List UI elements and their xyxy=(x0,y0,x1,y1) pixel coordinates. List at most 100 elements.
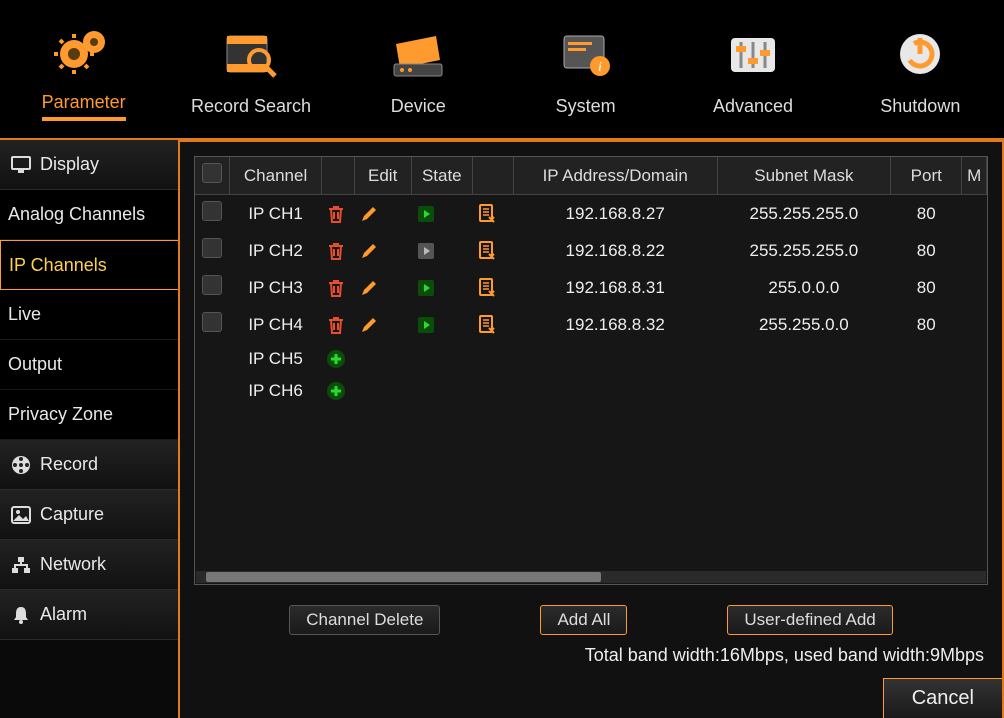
topnav-advanced[interactable]: Advanced xyxy=(669,0,836,138)
trash-icon[interactable] xyxy=(321,232,354,269)
sidebar-item-label: Capture xyxy=(40,504,104,525)
cell-mask: 255.255.255.0 xyxy=(717,195,890,233)
power-icon xyxy=(888,22,952,86)
header-mask: Subnet Mask xyxy=(717,157,890,195)
monitor-icon xyxy=(10,154,32,176)
table-row: IP CH1192.168.8.27255.255.255.080 xyxy=(195,195,987,233)
trash-icon[interactable] xyxy=(321,306,354,343)
bandwidth-text: Total band width:16Mbps, used band width… xyxy=(180,639,1002,678)
cell-ip: 192.168.8.31 xyxy=(513,269,717,306)
row-checkbox[interactable] xyxy=(195,195,230,233)
header-port: Port xyxy=(891,157,962,195)
document-edit-icon[interactable] xyxy=(472,269,513,306)
sidebar-item-privacy-zone[interactable]: Privacy Zone xyxy=(0,390,178,440)
sidebar-item-label: Privacy Zone xyxy=(8,404,113,425)
row-checkbox[interactable] xyxy=(195,306,230,343)
sidebar-item-analog-channels[interactable]: Analog Channels xyxy=(0,190,178,240)
sidebar-item-label: Record xyxy=(40,454,98,475)
table-row: IP CH2192.168.8.22255.255.255.080 xyxy=(195,232,987,269)
topnav-device[interactable]: Device xyxy=(335,0,502,138)
bell-icon xyxy=(10,604,32,626)
sidebar-item-label: Network xyxy=(40,554,106,575)
cell-mask: 255.255.0.0 xyxy=(717,306,890,343)
table-row: IP CH4192.168.8.32255.255.0.080 xyxy=(195,306,987,343)
add-all-button[interactable]: Add All xyxy=(540,605,627,635)
play-icon[interactable] xyxy=(411,232,472,269)
sidebar-item-label: Analog Channels xyxy=(8,204,145,225)
cell-channel: IP CH2 xyxy=(230,232,322,269)
topnav-label: Advanced xyxy=(713,96,793,117)
sidebar-item-label: Alarm xyxy=(40,604,87,625)
pencil-icon[interactable] xyxy=(354,195,411,233)
add-channel-icon[interactable] xyxy=(321,375,354,407)
trash-icon[interactable] xyxy=(321,195,354,233)
hdd-icon xyxy=(386,22,450,86)
cell-port: 80 xyxy=(891,269,962,306)
button-row: Channel Delete Add All User-defined Add xyxy=(180,599,1002,639)
sidebar-item-display[interactable]: Display xyxy=(0,140,178,190)
film-search-icon xyxy=(219,22,283,86)
topnav-label: Record Search xyxy=(191,96,311,117)
header-checkbox[interactable] xyxy=(195,157,230,195)
header-doc xyxy=(472,157,513,195)
header-extra: M xyxy=(962,157,987,195)
play-icon[interactable] xyxy=(411,195,472,233)
image-icon xyxy=(10,504,32,526)
header-channel: Channel xyxy=(230,157,322,195)
topnav-label: Shutdown xyxy=(880,96,960,117)
sidebar-item-output[interactable]: Output xyxy=(0,340,178,390)
sidebar: Display Analog Channels IP Channels Live… xyxy=(0,140,178,718)
cell-channel: IP CH4 xyxy=(230,306,322,343)
sidebar-item-alarm[interactable]: Alarm xyxy=(0,590,178,640)
table-row: IP CH6 xyxy=(195,375,987,407)
play-icon[interactable] xyxy=(411,306,472,343)
sliders-icon xyxy=(721,22,785,86)
sidebar-item-network[interactable]: Network xyxy=(0,540,178,590)
play-icon[interactable] xyxy=(411,269,472,306)
top-nav: Parameter Record Search Device xyxy=(0,0,1004,140)
cell-port: 80 xyxy=(891,195,962,233)
topnav-label: Parameter xyxy=(42,92,126,121)
sidebar-item-record[interactable]: Record xyxy=(0,440,178,490)
cell-ip: 192.168.8.22 xyxy=(513,232,717,269)
cell-channel: IP CH3 xyxy=(230,269,322,306)
table-row: IP CH5 xyxy=(195,343,987,375)
window-info-icon: i xyxy=(554,22,618,86)
sidebar-item-label: Display xyxy=(40,154,99,175)
cancel-button[interactable]: Cancel xyxy=(883,678,1002,718)
header-ip: IP Address/Domain xyxy=(513,157,717,195)
channel-delete-button[interactable]: Channel Delete xyxy=(289,605,440,635)
topnav-system[interactable]: i System xyxy=(502,0,669,138)
horizontal-scrollbar[interactable] xyxy=(196,571,986,583)
sidebar-item-live[interactable]: Live xyxy=(0,290,178,340)
channel-table: Channel Edit State IP Address/Domain Sub… xyxy=(195,157,987,407)
trash-icon[interactable] xyxy=(321,269,354,306)
table-row: IP CH3 192.168.8.31255.0.0.080 xyxy=(195,269,987,306)
topnav-parameter[interactable]: Parameter xyxy=(0,0,167,138)
add-channel-icon[interactable] xyxy=(321,343,354,375)
header-state: State xyxy=(411,157,472,195)
pencil-icon[interactable] xyxy=(354,306,411,343)
user-defined-add-button[interactable]: User-defined Add xyxy=(727,605,892,635)
cell-port: 80 xyxy=(891,232,962,269)
channel-table-wrap: Channel Edit State IP Address/Domain Sub… xyxy=(194,156,988,585)
pencil-icon[interactable] xyxy=(354,232,411,269)
header-delete xyxy=(321,157,354,195)
cell-ip: 192.168.8.27 xyxy=(513,195,717,233)
document-edit-icon[interactable] xyxy=(472,306,513,343)
sidebar-item-capture[interactable]: Capture xyxy=(0,490,178,540)
cell-mask: 255.0.0.0 xyxy=(717,269,890,306)
pencil-icon[interactable] xyxy=(354,269,411,306)
cell-ip: 192.168.8.32 xyxy=(513,306,717,343)
topnav-record-search[interactable]: Record Search xyxy=(167,0,334,138)
document-edit-icon[interactable] xyxy=(472,195,513,233)
topnav-shutdown[interactable]: Shutdown xyxy=(837,0,1004,138)
network-icon xyxy=(10,554,32,576)
row-checkbox[interactable] xyxy=(195,232,230,269)
svg-text:i: i xyxy=(598,60,602,75)
sidebar-item-label: Output xyxy=(8,354,62,375)
sidebar-item-ip-channels[interactable]: IP Channels xyxy=(0,240,178,290)
reel-icon xyxy=(10,454,32,476)
row-checkbox[interactable] xyxy=(195,269,230,306)
document-edit-icon[interactable] xyxy=(472,232,513,269)
